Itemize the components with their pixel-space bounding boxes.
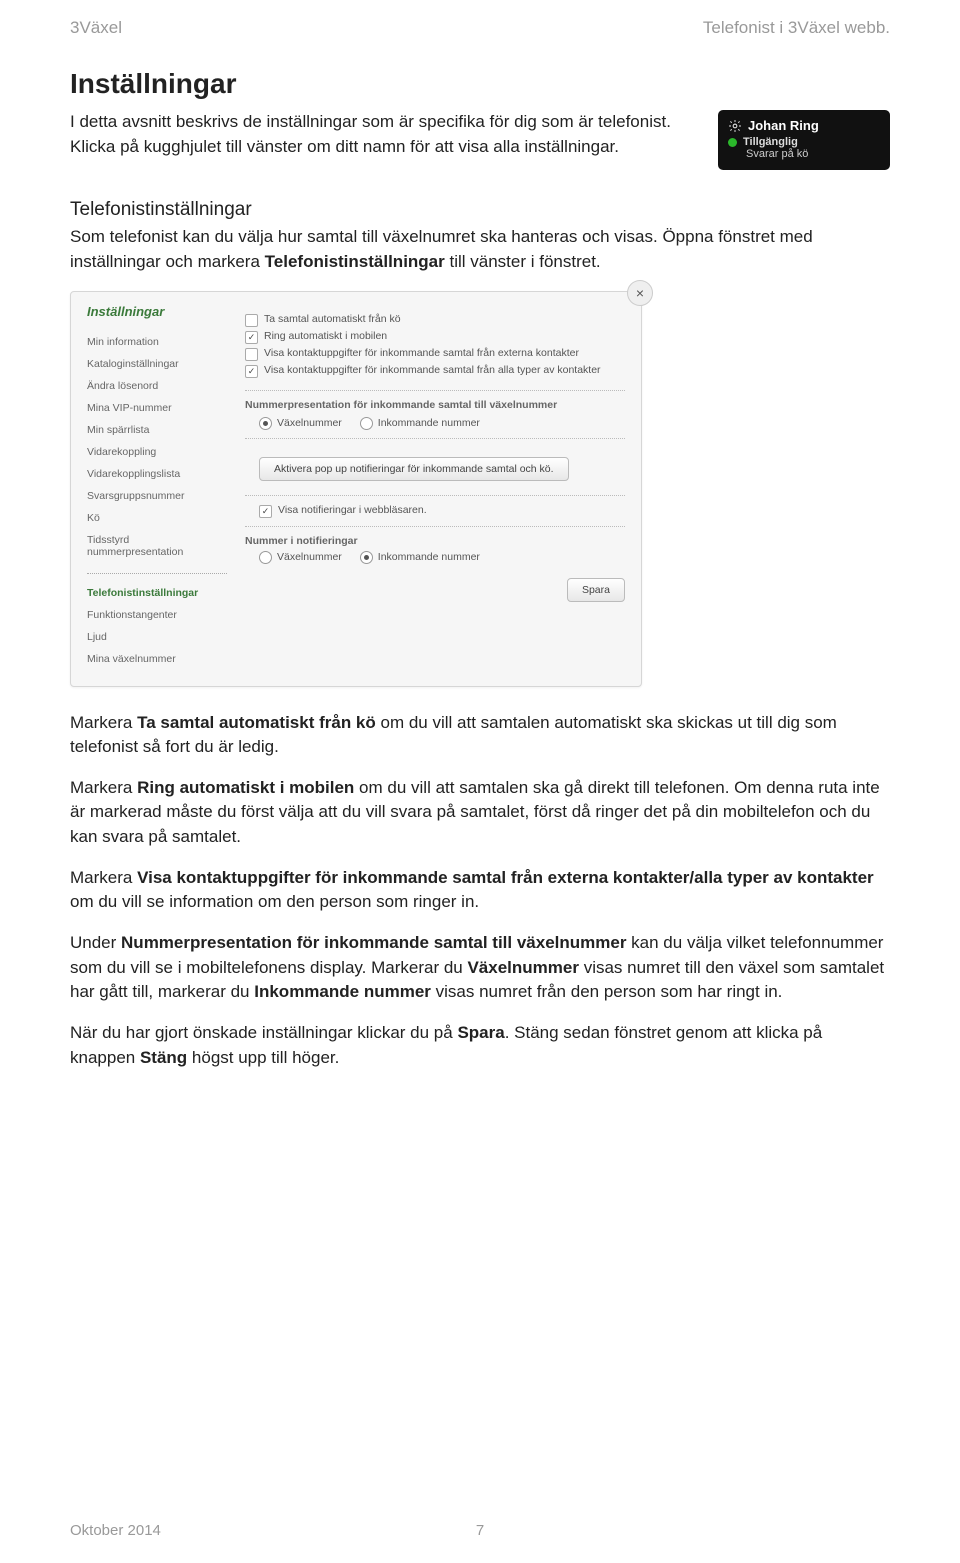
sidebar-item[interactable]: Tidsstyrd nummerpresentation [87,529,227,563]
header-left: 3Växel [70,18,122,38]
activate-popup-button[interactable]: Aktivera pop up notifieringar för inkomm… [259,457,569,481]
sidebar-item[interactable]: Ljud [87,626,227,648]
radio[interactable] [360,417,373,430]
user-status: Tillgänglig [743,136,798,148]
checkbox[interactable] [245,348,258,361]
group-label: Nummerpresentation för inkommande samtal… [245,390,625,411]
radio[interactable] [259,551,272,564]
radio[interactable] [259,417,272,430]
checkbox-label: Visa kontaktuppgifter för inkommande sam… [264,364,601,376]
checkbox[interactable] [245,314,258,327]
settings-panel: × Inställningar Min information Katalogi… [70,291,642,687]
sidebar-item[interactable]: Vidarekopplingslista [87,463,227,485]
gear-icon[interactable] [728,119,742,133]
save-button[interactable]: Spara [567,578,625,602]
intro-paragraph-2: Som telefonist kan du välja hur samtal t… [70,225,890,274]
sidebar-item[interactable]: Ändra lösenord [87,375,227,397]
radio-label: Inkommande nummer [378,551,480,563]
intro-paragraph-1: I detta avsnitt beskrivs de inställninga… [70,110,694,159]
body-paragraph: Under Nummerpresentation för inkommande … [70,931,890,1005]
sidebar-item[interactable]: Svarsgruppsnummer [87,485,227,507]
sub-title: Telefonistinställningar [70,199,890,221]
sidebar-item[interactable]: Kataloginställningar [87,353,227,375]
checkbox[interactable] [259,505,272,518]
sidebar-item[interactable]: Mina växelnummer [87,648,227,670]
close-icon[interactable]: × [627,280,653,306]
section-title: Inställningar [70,68,890,100]
status-dot-icon [728,138,737,147]
radio-label: Växelnummer [277,551,342,563]
group-label: Nummer i notifieringar [245,535,625,547]
sidebar-item[interactable]: Mina VIP-nummer [87,397,227,419]
body-paragraph: Markera Ring automatiskt i mobilen om du… [70,776,890,850]
radio-label: Inkommande nummer [378,417,480,429]
sidebar-item[interactable]: Min spärrlista [87,419,227,441]
user-status-widget: Johan Ring Tillgänglig Svarar på kö [718,110,890,170]
sidebar-item[interactable]: Min information [87,331,227,353]
header-right: Telefonist i 3Växel webb. [703,18,890,38]
body-paragraph: Markera Visa kontaktuppgifter för inkomm… [70,866,890,915]
user-substatus: Svarar på kö [746,148,878,160]
checkbox-label: Visa kontaktuppgifter för inkommande sam… [264,347,579,359]
sidebar-item[interactable]: Kö [87,507,227,529]
radio-label: Växelnummer [277,417,342,429]
checkbox[interactable] [245,331,258,344]
checkbox-label: Ring automatiskt i mobilen [264,330,387,342]
footer-date: Oktober 2014 [70,1522,161,1539]
body-paragraph: När du har gjort önskade inställningar k… [70,1021,890,1070]
panel-title: Inställningar [87,304,227,319]
user-name: Johan Ring [748,118,819,133]
checkbox-label: Visa notifieringar i webbläsaren. [278,504,427,516]
page-number: 7 [476,1522,484,1539]
checkbox-label: Ta samtal automatiskt från kö [264,313,401,325]
radio[interactable] [360,551,373,564]
sidebar-item[interactable]: Vidarekoppling [87,441,227,463]
body-paragraph: Markera Ta samtal automatiskt från kö om… [70,711,890,760]
sidebar-item[interactable]: Funktionstangenter [87,604,227,626]
checkbox[interactable] [245,365,258,378]
sidebar-item-telefonist[interactable]: Telefonistinställningar [87,582,227,604]
